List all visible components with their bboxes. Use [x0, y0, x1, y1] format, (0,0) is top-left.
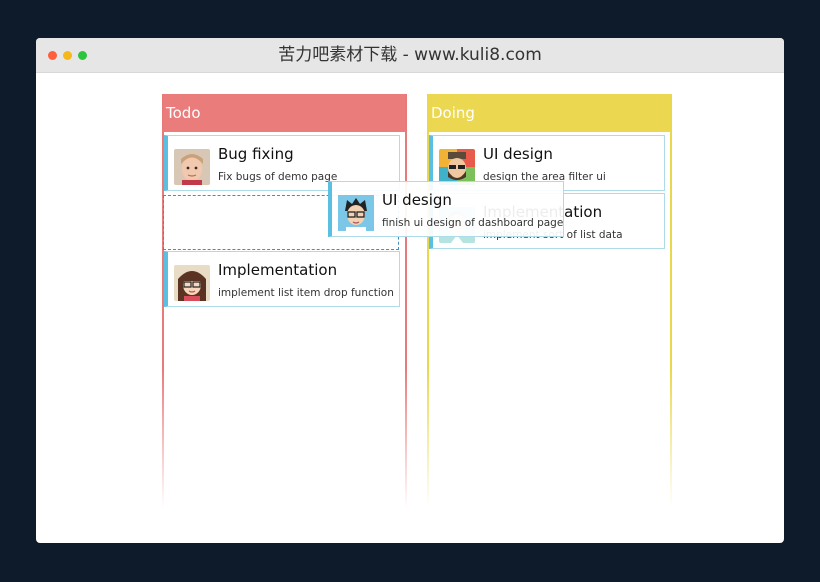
- card-title: Implementation: [218, 261, 338, 279]
- card-title: UI design: [382, 191, 452, 209]
- window-title: 苦力吧素材下载 - www.kuli8.com: [278, 45, 542, 65]
- dragging-card[interactable]: UI design finish ui design of dashboard …: [328, 181, 564, 237]
- bearded-man-avatar: [439, 149, 475, 185]
- card-description: Fix bugs of demo page: [218, 171, 338, 183]
- child-photo-avatar: [174, 149, 210, 185]
- card-description: finish ui design of dashboard page: [382, 217, 564, 229]
- title-bar: 苦力吧素材下载 - www.kuli8.com: [36, 38, 784, 73]
- column-title: Todo: [164, 94, 405, 132]
- browser-window: 苦力吧素材下载 - www.kuli8.com Todo Bug fixing …: [36, 38, 784, 543]
- column-title: Doing: [429, 94, 670, 132]
- card-title: Bug fixing: [218, 145, 294, 163]
- boy-glasses-avatar: [338, 195, 374, 231]
- girl-glasses-avatar: [174, 265, 210, 301]
- card-title: UI design: [483, 145, 553, 163]
- bottom-fade-overlay: [136, 368, 696, 543]
- card-implementation[interactable]: Implementation implement list item drop …: [164, 251, 400, 307]
- card-description: implement list item drop function: [218, 287, 394, 299]
